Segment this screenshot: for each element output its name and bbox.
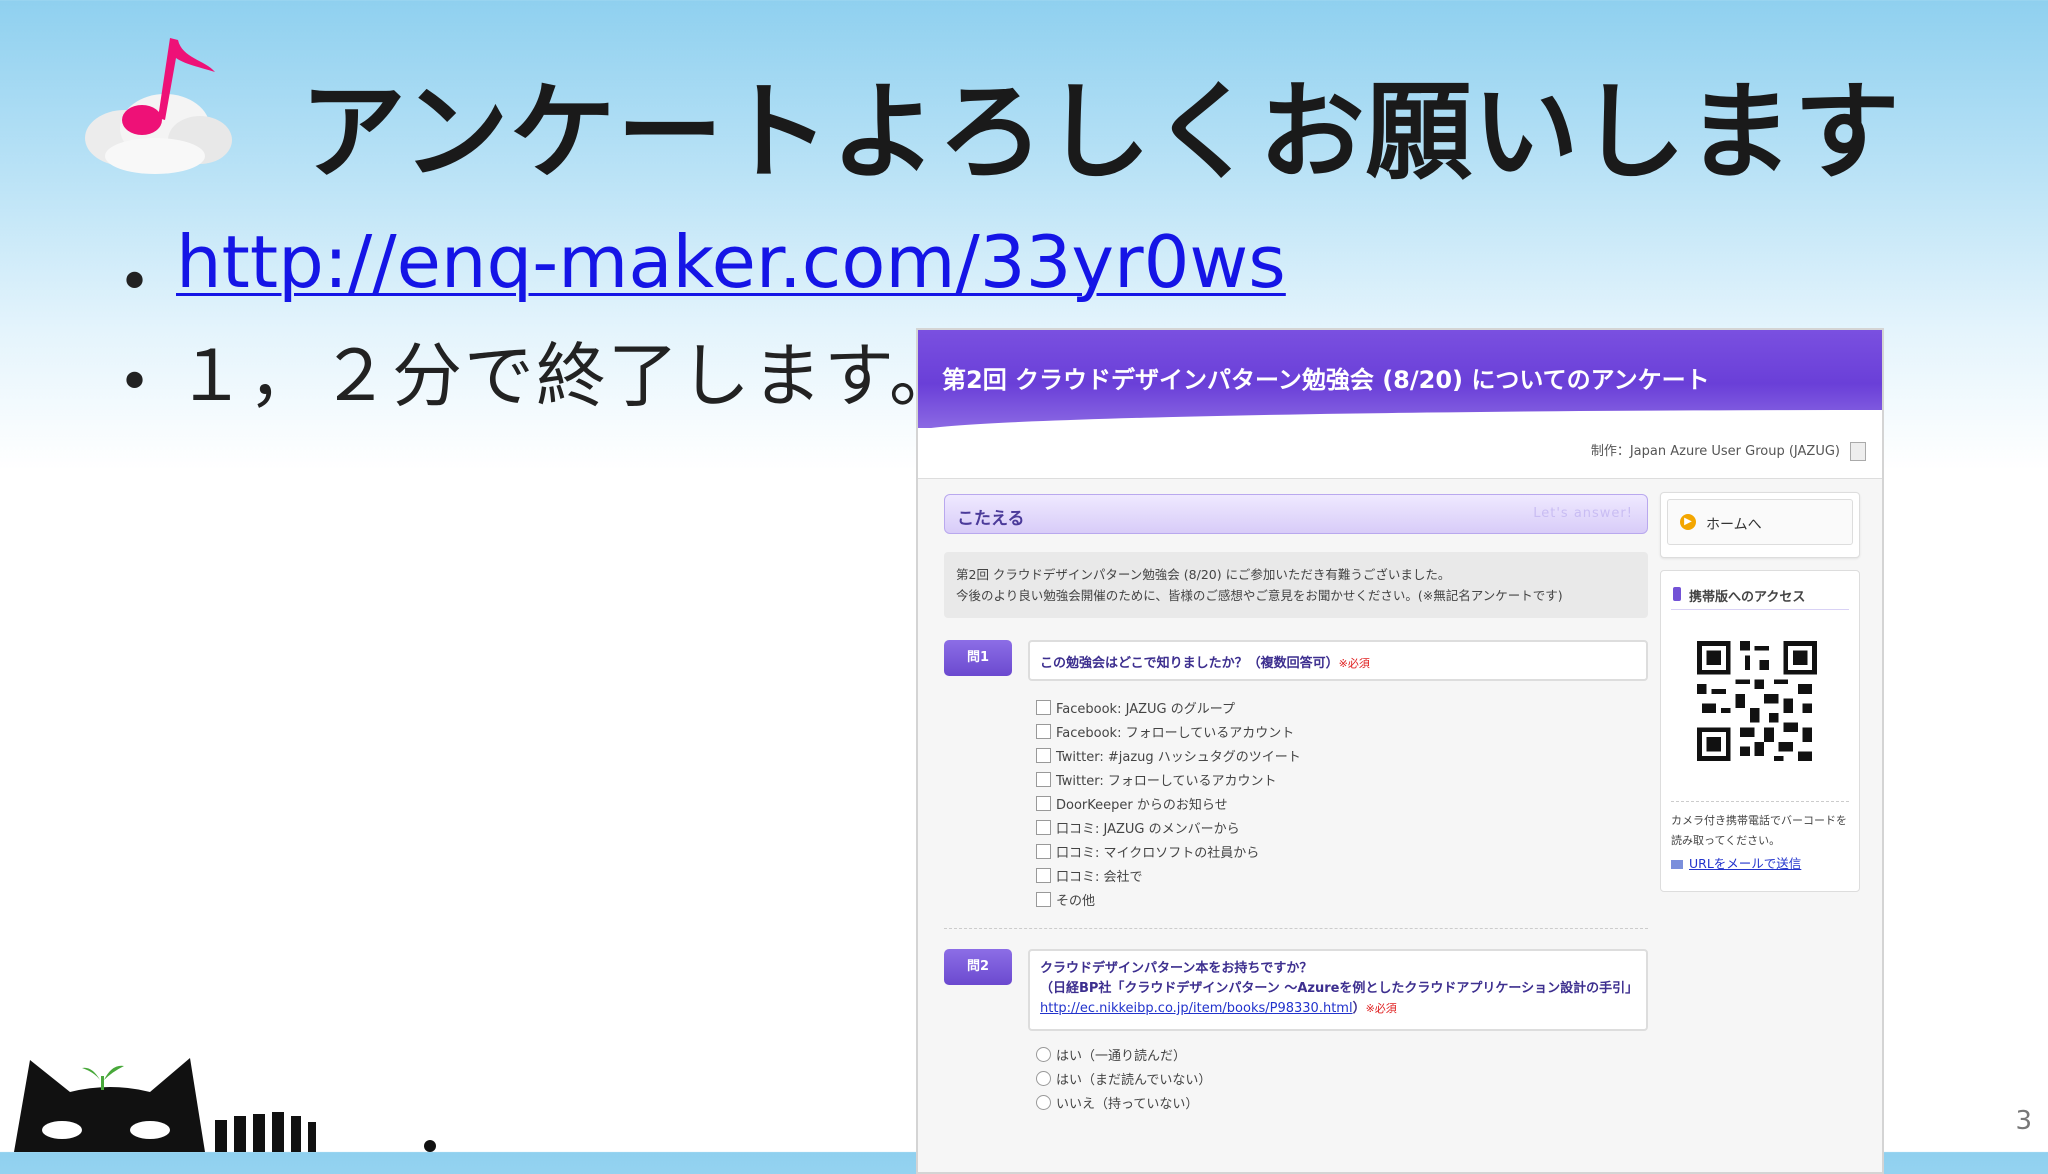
question-divider	[944, 928, 1648, 929]
question-2-text-box: クラウドデザインパターン本をお持ちですか？ （日経BP社「クラウドデザインパター…	[1028, 949, 1648, 1031]
option-label: 口コミ: 会社で	[1056, 870, 1143, 885]
radio-button[interactable]	[1036, 1095, 1051, 1110]
mobile-access-title: 携帯版へのアクセス	[1689, 590, 1806, 605]
mobile-instructions: カメラ付き携帯電話でバーコードを読み取ってください。	[1671, 814, 1847, 847]
link-suffix: ）	[1352, 1001, 1366, 1016]
radio-option[interactable]: いいえ（持っていない）	[1036, 1093, 1648, 1117]
survey-sidebar: ▶ ホームへ 携帯版へのアクセス カメラ付き携帯電話でバーコードを読み取ってくだ…	[1660, 492, 1860, 892]
mail-row: URLをメールで送信	[1671, 853, 1801, 872]
mobile-access-panel: 携帯版へのアクセス カメラ付き携帯電話でバーコードを読み取ってください。 URL…	[1660, 570, 1860, 892]
checkbox[interactable]	[1036, 820, 1051, 835]
checkbox[interactable]	[1036, 892, 1051, 907]
question-1-text: この勉強会はどこで知りましたか？（複数回答可）	[1040, 656, 1339, 671]
email-url-link[interactable]: URLをメールで送信	[1689, 856, 1801, 871]
option-label: Facebook: フォローしているアカウント	[1056, 726, 1295, 741]
checkbox-option[interactable]: 口コミ: 会社で	[1036, 866, 1648, 890]
checkbox[interactable]	[1036, 796, 1051, 811]
question-1: 問1 この勉強会はどこで知りましたか？（複数回答可）※必須	[944, 640, 1648, 684]
required-mark: ※必須	[1365, 1002, 1397, 1015]
option-label: DoorKeeper からのお知らせ	[1056, 798, 1228, 813]
option-label: Twitter: #jazug ハッシュタグのツイート	[1056, 750, 1301, 765]
survey-main-column: こたえる Let's answer! 第2回 クラウドデザインパターン勉強会 (…	[944, 494, 1648, 1117]
checkbox-option[interactable]: 口コミ: マイクロソフトの社員から	[1036, 842, 1648, 866]
option-label: いいえ（持っていない）	[1056, 1097, 1199, 1112]
question-1-badge: 問1	[944, 640, 1012, 676]
radio-button[interactable]	[1036, 1071, 1051, 1086]
survey-header: 第2回 クラウドデザインパターン勉強会 (8/20) についてのアンケート	[918, 330, 1882, 446]
radio-option[interactable]: はい（一通り読んだ）	[1036, 1045, 1648, 1069]
option-label: はい（一通り読んだ）	[1056, 1049, 1187, 1064]
question-2: 問2 クラウドデザインパターン本をお持ちですか？ （日経BP社「クラウドデザイン…	[944, 949, 1648, 1031]
option-label: はい（まだ読んでいない）	[1056, 1073, 1212, 1088]
option-label: 口コミ: マイクロソフトの社員から	[1056, 846, 1260, 861]
producer-row: 制作：Japan Azure User Group (JAZUG)	[918, 428, 1882, 479]
checkbox-option[interactable]: Twitter: フォローしているアカウント	[1036, 770, 1648, 794]
question-2-badge: 問2	[944, 949, 1012, 985]
checkbox[interactable]	[1036, 772, 1051, 787]
qr-code-icon	[1697, 641, 1817, 761]
mobile-phone-icon	[1673, 587, 1681, 601]
cloud-music-note-logo	[85, 38, 232, 174]
option-label: その他	[1056, 894, 1096, 909]
question-2-line-1: クラウドデザインパターン本をお持ちですか？	[1040, 961, 1313, 976]
checkbox-option[interactable]: Facebook: JAZUG のグループ	[1036, 698, 1648, 722]
producer-credit: 制作：Japan Azure User Group (JAZUG)	[1590, 444, 1840, 459]
answer-label: こたえる	[957, 509, 1025, 529]
checkbox[interactable]	[1036, 868, 1051, 883]
slide-title: アンケートよろしくお願いします	[300, 71, 1901, 194]
checkbox-option[interactable]: 口コミ: JAZUG のメンバーから	[1036, 818, 1648, 842]
checkbox[interactable]	[1036, 748, 1051, 763]
bullet-dot-icon: •	[118, 250, 152, 315]
option-label: Twitter: フォローしているアカウント	[1056, 774, 1277, 789]
answer-section-bar: こたえる Let's answer!	[944, 494, 1648, 534]
home-panel: ▶ ホームへ	[1660, 492, 1860, 558]
survey-url-link[interactable]: http://enq-maker.com/33yr0ws	[176, 220, 1286, 304]
answer-sublabel: Let's answer!	[1533, 506, 1633, 521]
checkbox[interactable]	[1036, 724, 1051, 739]
qr-divider	[1671, 801, 1849, 802]
question-2-line-3: http://ec.nikkeibp.co.jp/item/books/P983…	[1040, 999, 1636, 1019]
survey-page-screenshot: 第2回 クラウドデザインパターン勉強会 (8/20) についてのアンケート 制作…	[916, 328, 1884, 1174]
option-label: Facebook: JAZUG のグループ	[1056, 702, 1235, 717]
intro-line: 今後のより良い勉強会開催のために、皆様のご感想やご意見をお聞かせください。(※無…	[956, 588, 1563, 603]
checkbox-option[interactable]: Twitter: #jazug ハッシュタグのツイート	[1036, 746, 1648, 770]
duration-text: １，２分で終了します。	[176, 335, 961, 417]
envelope-icon	[1671, 860, 1683, 869]
book-link[interactable]: http://ec.nikkeibp.co.jp/item/books/P983…	[1040, 1001, 1353, 1016]
black-cat-mascot	[14, 1058, 436, 1152]
page-number: 3	[2015, 1106, 2032, 1136]
checkbox[interactable]	[1036, 844, 1051, 859]
document-icon	[1850, 442, 1866, 461]
question-1-options: Facebook: JAZUG のグループ Facebook: フォローしている…	[1036, 698, 1648, 914]
question-2-options: はい（一通り読んだ） はい（まだ読んでいない） いいえ（持っていない）	[1036, 1045, 1648, 1117]
checkbox-option[interactable]: その他	[1036, 890, 1648, 914]
bullet-dot-icon: •	[118, 350, 152, 415]
required-mark: ※必須	[1338, 657, 1370, 670]
intro-line: 第2回 クラウドデザインパターン勉強会 (8/20) にご参加いただき有難うござ…	[956, 567, 1451, 582]
checkbox[interactable]	[1036, 700, 1051, 715]
checkbox-option[interactable]: Facebook: フォローしているアカウント	[1036, 722, 1648, 746]
intro-message: 第2回 クラウドデザインパターン勉強会 (8/20) にご参加いただき有難うござ…	[944, 552, 1648, 618]
option-label: 口コミ: JAZUG のメンバーから	[1056, 822, 1240, 837]
radio-button[interactable]	[1036, 1047, 1051, 1062]
checkbox-option[interactable]: DoorKeeper からのお知らせ	[1036, 794, 1648, 818]
home-label: ホームへ	[1706, 517, 1762, 533]
question-1-text-box: この勉強会はどこで知りましたか？（複数回答可）※必須	[1028, 640, 1648, 681]
mobile-access-header: 携帯版へのアクセス	[1671, 581, 1849, 610]
bullet-item-survey-url: • http://enq-maker.com/33yr0ws	[112, 220, 1286, 320]
question-2-line-2: （日経BP社「クラウドデザインパターン ～Azureを例としたクラウドアプリケー…	[1040, 981, 1639, 996]
home-button[interactable]: ▶ ホームへ	[1667, 499, 1853, 545]
survey-title: 第2回 クラウドデザインパターン勉強会 (8/20) についてのアンケート	[942, 366, 1710, 394]
radio-option[interactable]: はい（まだ読んでいない）	[1036, 1069, 1648, 1093]
arrow-right-icon: ▶	[1680, 514, 1696, 530]
